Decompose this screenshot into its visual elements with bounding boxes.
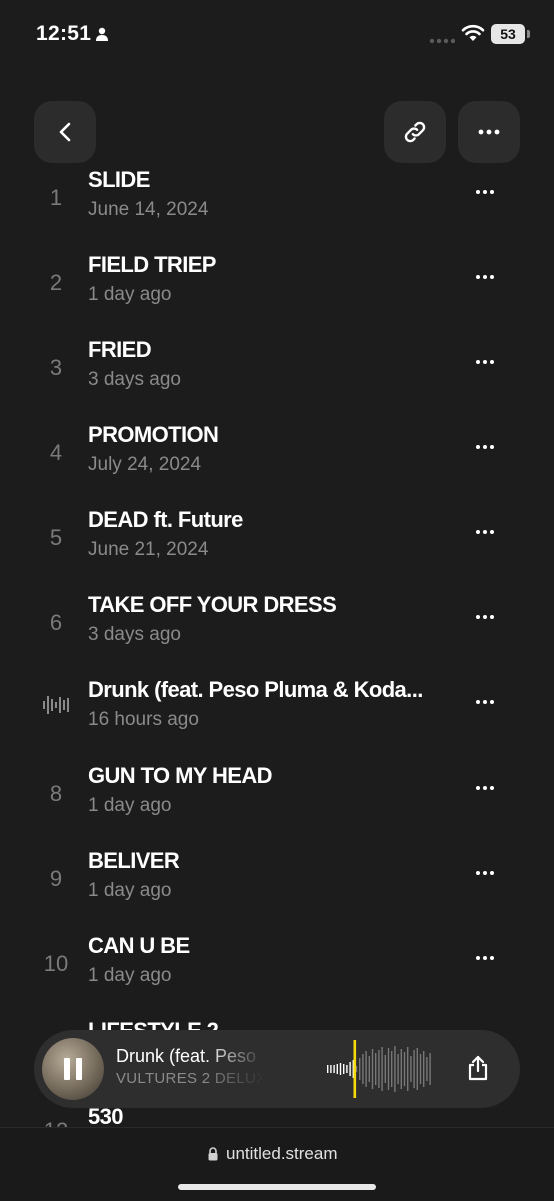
share-icon[interactable] bbox=[466, 1054, 490, 1082]
track-number: 10 bbox=[43, 951, 69, 976]
battery-tip bbox=[527, 30, 530, 38]
more-icon bbox=[476, 530, 494, 534]
track-more-button[interactable] bbox=[468, 687, 502, 717]
status-time: 12:51 bbox=[36, 22, 92, 45]
battery-indicator: 53 bbox=[491, 24, 525, 44]
home-indicator bbox=[178, 1184, 376, 1190]
person-icon bbox=[96, 27, 108, 41]
track-date: June 21, 2024 bbox=[88, 539, 209, 560]
wifi-icon bbox=[461, 24, 485, 41]
track-more-button[interactable] bbox=[468, 858, 502, 888]
more-icon bbox=[476, 956, 494, 960]
browser-bottom-bar[interactable]: untitled.stream bbox=[0, 1127, 554, 1201]
track-more-button[interactable] bbox=[468, 177, 502, 207]
track-number: 6 bbox=[49, 610, 63, 635]
track-number: 9 bbox=[49, 866, 63, 891]
more-icon bbox=[476, 700, 494, 704]
signal-icon bbox=[429, 38, 455, 44]
track-date: 1 day ago bbox=[88, 880, 172, 901]
track-row[interactable]: 4 PROMOTION July 24, 2024 bbox=[0, 422, 554, 507]
more-icon bbox=[476, 871, 494, 875]
more-icon bbox=[476, 360, 494, 364]
more-icon bbox=[476, 275, 494, 279]
player-text-fade bbox=[204, 1030, 314, 1108]
link-icon bbox=[404, 121, 426, 143]
track-title: Drunk (feat. Peso Pluma & Koda... bbox=[88, 677, 423, 702]
chevron-left-icon bbox=[59, 122, 71, 142]
pause-icon[interactable] bbox=[60, 1055, 86, 1083]
track-row[interactable]: 10 CAN U BE 1 day ago bbox=[0, 933, 554, 1018]
more-icon bbox=[478, 129, 500, 135]
track-title: CAN U BE bbox=[88, 933, 190, 958]
track-title: GUN TO MY HEAD bbox=[88, 763, 273, 788]
track-title: FIELD TRIEP bbox=[88, 252, 216, 277]
track-title: BELIVER bbox=[88, 848, 180, 873]
track-date: 1 day ago bbox=[88, 795, 172, 816]
track-title: DEAD ft. Future bbox=[88, 507, 243, 532]
track-row[interactable]: 9 BELIVER 1 day ago bbox=[0, 848, 554, 933]
track-date: 1 day ago bbox=[88, 284, 172, 305]
track-number: 1 bbox=[49, 185, 63, 210]
track-date: 3 days ago bbox=[88, 624, 181, 645]
track-date: 3 days ago bbox=[88, 369, 181, 390]
track-number: 4 bbox=[49, 440, 63, 465]
track-date: July 24, 2024 bbox=[88, 454, 202, 475]
track-row[interactable]: 1 SLIDE June 14, 2024 bbox=[0, 167, 554, 252]
status-bar: 12:51 53 bbox=[0, 0, 554, 70]
more-icon bbox=[476, 190, 494, 194]
now-playing-waveform-icon bbox=[43, 696, 69, 714]
track-more-button[interactable] bbox=[468, 773, 502, 803]
track-date: 16 hours ago bbox=[88, 709, 199, 730]
more-icon bbox=[476, 615, 494, 619]
copy-link-button[interactable] bbox=[384, 101, 446, 163]
mini-player[interactable]: Drunk (feat. Peso VULTURES 2 DELUXE bbox=[34, 1030, 520, 1108]
track-date: June 14, 2024 bbox=[88, 199, 209, 220]
track-title: SLIDE bbox=[88, 167, 150, 192]
track-number: 5 bbox=[49, 525, 63, 550]
track-number: 2 bbox=[49, 270, 63, 295]
track-row[interactable]: 3 FRIED 3 days ago bbox=[0, 337, 554, 422]
track-more-button[interactable] bbox=[468, 602, 502, 632]
track-row[interactable]: 2 FIELD TRIEP 1 day ago bbox=[0, 252, 554, 337]
back-button[interactable] bbox=[34, 101, 96, 163]
track-more-button[interactable] bbox=[468, 347, 502, 377]
track-title: FRIED bbox=[88, 337, 152, 362]
track-row[interactable]: 8 GUN TO MY HEAD 1 day ago bbox=[0, 763, 554, 848]
track-date: 1 day ago bbox=[88, 965, 172, 986]
track-title: TAKE OFF YOUR DRESS bbox=[88, 592, 337, 617]
track-more-button[interactable] bbox=[468, 517, 502, 547]
track-more-button[interactable] bbox=[468, 943, 502, 973]
more-options-button[interactable] bbox=[458, 101, 520, 163]
track-number: 8 bbox=[49, 781, 63, 806]
track-row[interactable]: 6 TAKE OFF YOUR DRESS 3 days ago bbox=[0, 592, 554, 677]
url-text[interactable]: untitled.stream bbox=[226, 1144, 338, 1164]
playhead[interactable] bbox=[353, 1040, 357, 1098]
more-icon bbox=[476, 786, 494, 790]
track-row-now-playing[interactable]: Drunk (feat. Peso Pluma & Koda... 16 hou… bbox=[0, 677, 554, 762]
lock-icon bbox=[208, 1147, 218, 1161]
track-row[interactable]: 5 DEAD ft. Future June 21, 2024 bbox=[0, 507, 554, 592]
track-more-button[interactable] bbox=[468, 432, 502, 462]
track-more-button[interactable] bbox=[468, 262, 502, 292]
player-waveform-scrubber[interactable] bbox=[326, 1040, 446, 1098]
track-title: PROMOTION bbox=[88, 422, 219, 447]
more-icon bbox=[476, 445, 494, 449]
track-number: 3 bbox=[49, 355, 63, 380]
